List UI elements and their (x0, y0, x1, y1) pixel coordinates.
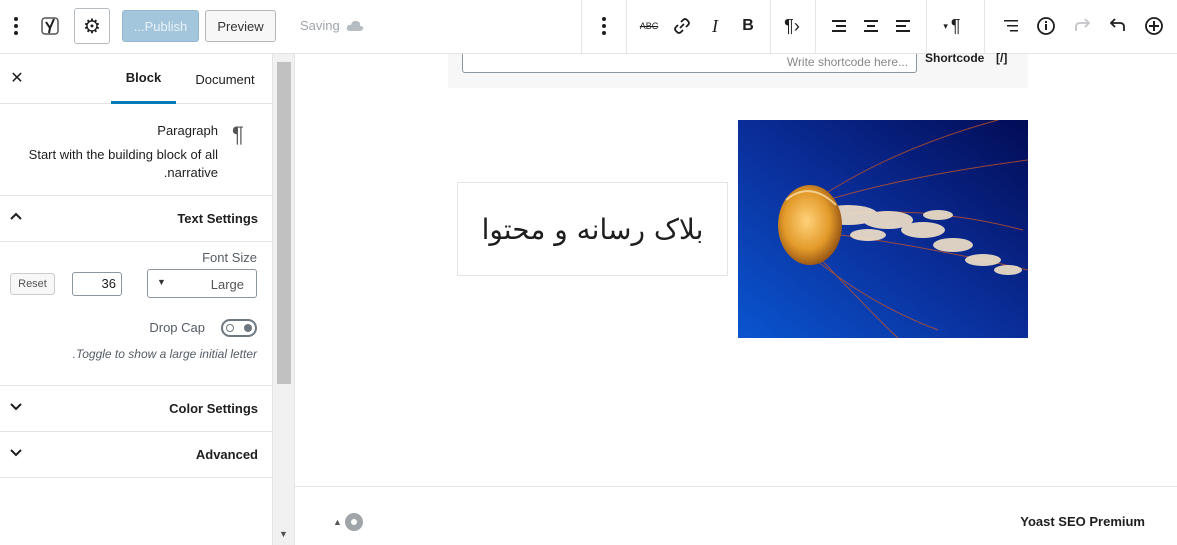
shortcode-block[interactable]: Write shortcode here... Shortcode [/] (448, 51, 1028, 88)
chevron-up-icon (9, 209, 23, 226)
preview-button[interactable]: Preview (205, 10, 276, 42)
align-center-icon[interactable] (855, 10, 887, 42)
chevron-down-icon (9, 445, 23, 462)
shortcode-label: Shortcode (925, 51, 985, 65)
media-text-content[interactable]: بلاک رسانه و محتوا (457, 182, 728, 276)
text-settings-toggle[interactable]: Text Settings (0, 196, 273, 242)
add-block-icon[interactable] (1138, 10, 1170, 42)
font-size-select-value: Large (210, 277, 244, 292)
redo-icon[interactable] (1066, 10, 1098, 42)
chevron-down-icon (9, 399, 23, 416)
undo-icon[interactable] (1102, 10, 1134, 42)
font-size-select[interactable]: ▼ Large (147, 269, 257, 298)
color-settings-title: Color Settings (169, 401, 258, 416)
metabox-controls[interactable]: ▲ (333, 513, 363, 531)
paragraph-block-icon: ¶ (232, 122, 244, 147)
kebab-menu-icon[interactable] (588, 10, 620, 42)
toggle-off-indicator (226, 324, 234, 332)
italic-icon[interactable]: I (699, 10, 731, 42)
drop-cap-help: Toggle to show a large initial letter. (72, 347, 257, 361)
bold-icon[interactable]: B (732, 10, 764, 42)
close-icon[interactable]: ✕ (8, 68, 26, 88)
cloud-icon (346, 20, 363, 31)
yoast-icon[interactable] (36, 10, 68, 42)
editor-canvas: Write shortcode here... Shortcode [/] بل… (295, 51, 1177, 486)
saving-label: Saving (300, 18, 340, 33)
drop-cap-label: Drop Cap (149, 320, 205, 335)
scroll-down-arrow-icon[interactable]: ▼ (279, 529, 288, 539)
text-settings-title: Text Settings (177, 211, 258, 226)
toolbar-divider (770, 0, 771, 53)
scrollbar-thumb[interactable] (277, 62, 291, 384)
top-toolbar: ⚙ ...Publish Preview Saving ABC I B ¶› ▾… (0, 0, 1177, 54)
strikethrough-icon[interactable]: ABC (633, 10, 665, 42)
yoast-seo-title[interactable]: Yoast SEO Premium (1020, 514, 1145, 529)
shortcode-icon: [/] (996, 51, 1008, 65)
seo-score-dot-icon (344, 513, 363, 531)
toolbar-divider (984, 0, 985, 53)
publish-button[interactable]: ...Publish (122, 10, 199, 42)
toolbar-divider (926, 0, 927, 53)
tab-document[interactable]: Document (186, 54, 264, 104)
font-size-label: Font Size (202, 250, 257, 265)
toolbar-divider (815, 0, 816, 53)
tab-block[interactable]: Block (111, 54, 176, 104)
text-direction-icon[interactable]: ¶› (776, 10, 808, 42)
align-left-icon[interactable] (888, 10, 920, 42)
caret-up-icon[interactable]: ▲ (333, 517, 342, 527)
font-size-input[interactable]: 36 (72, 272, 122, 296)
saving-status: Saving (300, 18, 364, 33)
metabox-footer: ▲ Yoast SEO Premium (295, 486, 1177, 545)
paragraph-icon[interactable]: ▾ ¶ (934, 10, 970, 42)
sidebar-tabs: ✕ Block Document (0, 54, 273, 104)
media-image[interactable] (738, 120, 1028, 338)
drop-cap-toggle[interactable] (221, 319, 257, 337)
shortcode-input[interactable]: Write shortcode here... (462, 54, 917, 73)
toggle-knob (244, 324, 252, 332)
advanced-toggle[interactable]: Advanced (0, 432, 273, 478)
gear-icon[interactable]: ⚙ (74, 8, 110, 44)
color-settings-toggle[interactable]: Color Settings (0, 386, 273, 432)
reset-button[interactable]: Reset (10, 273, 55, 295)
sidebar-scrollbar[interactable]: ▼ (273, 54, 295, 545)
settings-sidebar: ✕ Block Document ¶ Paragraph Start with … (0, 54, 273, 545)
block-title: Paragraph (157, 123, 218, 138)
block-description: Start with the building block of all nar… (28, 147, 218, 180)
link-icon[interactable] (666, 10, 698, 42)
block-navigation-icon[interactable] (994, 10, 1026, 42)
toolbar-divider (626, 0, 627, 53)
caret-down-icon: ▼ (157, 277, 166, 287)
advanced-title: Advanced (195, 447, 258, 462)
more-menu-icon[interactable] (0, 10, 32, 42)
align-right-icon[interactable] (822, 10, 854, 42)
toolbar-divider (581, 0, 582, 53)
block-card: ¶ Paragraph Start with the building bloc… (0, 104, 273, 196)
info-icon[interactable] (1030, 10, 1062, 42)
text-settings-body: Font Size ▼ Large 36 Reset Drop Cap Togg… (0, 242, 273, 386)
